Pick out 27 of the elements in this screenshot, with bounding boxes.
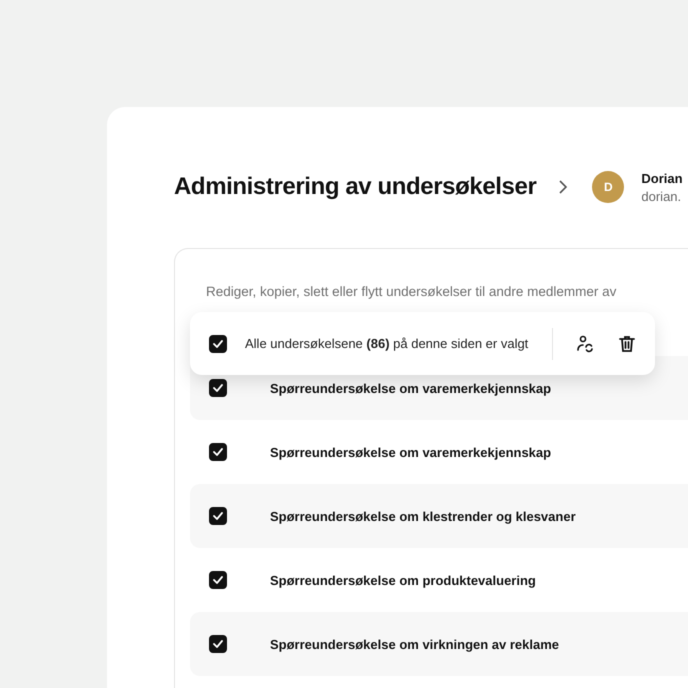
selection-text: Alle undersøkelsene (86) på denne siden er valgt — [245, 336, 528, 351]
survey-title: Spørreundersøkelse om klestrender og klesvaner — [270, 508, 576, 524]
survey-row[interactable]: Spørreundersøkelse om virkningen av reklame — [190, 612, 688, 676]
user-email: dorian. — [641, 188, 682, 204]
checkbox[interactable] — [209, 635, 227, 653]
survey-title: Spørreundersøkelse om varemerkekjennskap — [270, 380, 552, 396]
description-text: Rediger, kopier, slett eller flytt undersøkelser til andre medlemmer av — [206, 283, 618, 301]
survey-title: Spørreundersøkelse om virkningen av reklame — [270, 636, 560, 652]
chevron-icon[interactable] — [558, 180, 568, 194]
survey-row[interactable]: Spørreundersøkelse om klestrender og klesvaner — [190, 484, 688, 548]
check-icon — [213, 640, 223, 648]
survey-title: Spørreundersøkelse om varemerkekjennskap — [270, 444, 552, 460]
checkbox[interactable] — [209, 507, 227, 525]
page-title: Administrering av undersøkelser — [174, 173, 536, 201]
survey-title: Spørreundersøkelse om produktevaluering — [270, 572, 536, 588]
trash-icon[interactable] — [617, 334, 638, 354]
user-name: Dorian — [641, 170, 683, 186]
check-icon — [213, 340, 223, 348]
check-icon — [213, 576, 223, 584]
checkbox[interactable] — [209, 379, 227, 397]
checkbox[interactable] — [209, 443, 227, 461]
check-icon — [213, 512, 223, 520]
checkbox[interactable] — [209, 571, 227, 589]
check-icon — [213, 384, 223, 392]
check-icon — [213, 448, 223, 456]
checkbox[interactable] — [209, 334, 227, 352]
transfer-user-icon[interactable] — [575, 334, 596, 354]
